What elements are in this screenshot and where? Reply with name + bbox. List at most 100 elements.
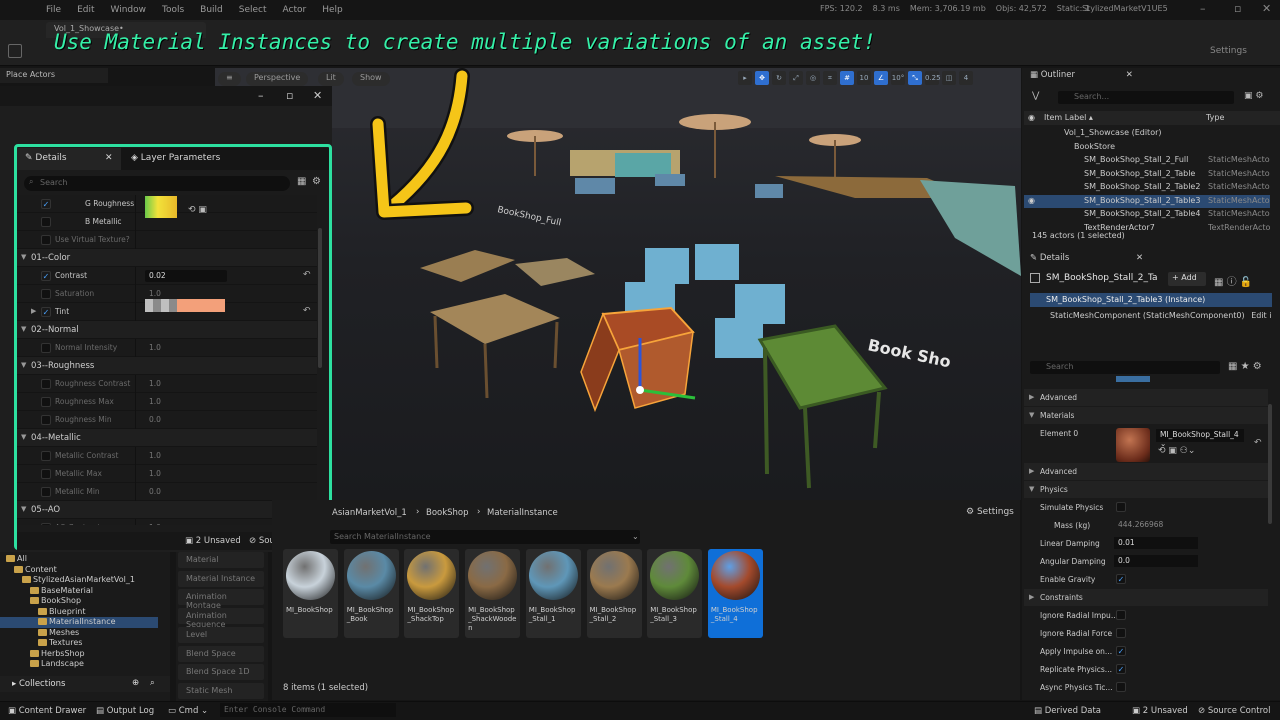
override-checkbox[interactable] [41, 343, 51, 353]
filter-chip[interactable]: Animation Montage [178, 589, 264, 610]
tree-folder[interactable]: StylizedAsianMarketVol_1 [0, 575, 158, 586]
cb-settings-button[interactable]: ⚙ Settings [966, 507, 1014, 517]
table-view-icon[interactable]: ▦ [297, 176, 306, 187]
override-checkbox[interactable]: ✓ [41, 307, 51, 317]
filter-chip[interactable]: Level [178, 626, 264, 643]
console-input[interactable]: Enter Console Command [220, 703, 396, 717]
property-checkbox[interactable]: ✓ [1116, 664, 1126, 674]
add-collection-icon[interactable]: ⊕ [132, 678, 139, 688]
asset-tile[interactable]: MI_BookShop_ShackWooden [465, 549, 521, 638]
parameter-value-field[interactable]: 0.0 [145, 414, 227, 426]
material-browse-icon[interactable]: ⟲ ▣ ⚇⌄ [1158, 446, 1195, 456]
texture-thumbnail[interactable] [145, 196, 177, 218]
grid-size-value[interactable]: 10 [857, 71, 871, 85]
property-row[interactable]: Enable Gravity ✓ [1024, 571, 1268, 588]
property-checkbox[interactable]: ✓ [1116, 646, 1126, 656]
material-dropdown[interactable]: MI_BookShop_Stall_4 ⌄ [1156, 429, 1244, 448]
property-row[interactable]: Replicate Physics... ✓ [1024, 661, 1268, 678]
visibility-icon[interactable]: ◉ [1028, 196, 1035, 205]
property-row[interactable]: Simulate Physics [1024, 499, 1268, 516]
tree-folder[interactable]: All [0, 554, 158, 565]
tree-folder[interactable]: Landscape [0, 659, 158, 670]
override-checkbox[interactable] [41, 523, 51, 525]
asset-tile[interactable]: MI_BookShop_Stall_3 [647, 549, 703, 638]
edit-in-cpp-link[interactable]: Edit i [1251, 311, 1271, 320]
details-search-input[interactable]: ⌕ Search [24, 176, 290, 191]
expand-arrow-icon[interactable]: ▶ [1029, 393, 1034, 401]
parameter-value-field[interactable]: 1.0 [145, 522, 227, 525]
tree-folder[interactable]: Textures [0, 638, 158, 649]
outliner-row[interactable]: SM_BookShop_Stall_2_Table2 StaticMeshActo [1024, 181, 1270, 194]
breadcrumb-item[interactable]: AsianMarketVol_1 [332, 508, 407, 518]
outliner-search-input[interactable]: Search... [1058, 91, 1234, 104]
parameter-row[interactable]: Roughness Max 1.0 [17, 393, 317, 411]
property-row[interactable]: Ignore Radial Impu... [1024, 607, 1268, 624]
camera-speed-icon[interactable]: ◫ [942, 71, 956, 85]
parameter-row[interactable]: Roughness Min 0.0 [17, 411, 317, 429]
tree-folder[interactable]: HerbsShop [0, 649, 158, 660]
outliner-row[interactable]: SM_BookShop_Stall_2_Full StaticMeshActo [1024, 154, 1270, 167]
parameter-row[interactable]: Roughness Contrast 1.0 [17, 375, 317, 393]
parameter-row[interactable]: Metallic Min 0.0 [17, 483, 317, 501]
property-checkbox[interactable]: ✓ [1116, 574, 1126, 584]
override-checkbox[interactable]: ✓ [41, 271, 51, 281]
parameter-value-field[interactable]: 1.0 [145, 396, 227, 408]
grid-snap-icon[interactable]: # [840, 71, 854, 85]
cmd-dropdown[interactable]: ▭ Cmd ⌄ [168, 706, 208, 716]
filter-chip[interactable]: Material [178, 552, 264, 568]
close-icon[interactable]: ✕ [1262, 2, 1271, 15]
rotation-snap-icon[interactable]: ∠ [874, 71, 888, 85]
surface-snap-icon[interactable]: ⌗ [823, 71, 837, 85]
filter-chip[interactable]: Material Instance [178, 570, 264, 587]
level-viewport[interactable]: BookShop_Full Book Sho [215, 68, 1021, 500]
property-checkbox[interactable] [1116, 502, 1126, 512]
tree-folder[interactable]: BaseMaterial [0, 586, 158, 597]
category-row[interactable]: ▼ 02--Normal [17, 321, 317, 339]
property-row[interactable]: Async Physics Tic... [1024, 679, 1268, 696]
property-row[interactable]: Linear Damping 0.01 [1024, 535, 1268, 552]
outliner-row[interactable]: SM_BookShop_Stall_2_Table4 StaticMeshActo [1024, 208, 1270, 221]
parameter-value-field[interactable]: 0.02 [145, 270, 227, 282]
property-row[interactable]: Mass (kg) 444.266968 [1024, 517, 1268, 534]
place-actors-tab[interactable]: Place Actors [0, 68, 108, 83]
scale-snap-value[interactable]: 0.25 [925, 71, 941, 85]
asset-tile[interactable]: MI_BookShop_Book [343, 549, 399, 638]
parameter-value-field[interactable]: 1.0 [145, 342, 227, 354]
parameter-row[interactable]: ✓ Contrast 0.02 ↶ [17, 267, 317, 285]
select-mode-icon[interactable]: ▸ [738, 71, 752, 85]
property-row[interactable]: Apply Impulse on... ✓ [1024, 643, 1268, 660]
menu-actor[interactable]: Actor [283, 5, 307, 15]
collections-header[interactable]: ▸ Collections ⊕ ⌕ [0, 676, 170, 692]
scale-snap-icon[interactable]: ⤡ [908, 71, 922, 85]
tab-details[interactable]: ✎ Details ✕ [17, 148, 121, 170]
outliner-row[interactable]: BookStore [1024, 141, 1270, 154]
filter-chip[interactable]: Animation Sequence [178, 608, 264, 629]
filter-chip[interactable]: Static Mesh [178, 682, 264, 699]
override-checkbox[interactable] [41, 397, 51, 407]
outliner-folder-icon[interactable]: ▣ ⚙ [1244, 91, 1263, 101]
section-header[interactable]: ▼ Physics [1024, 481, 1268, 498]
asset-tile[interactable]: MI_BookShop_Stall_1 [525, 549, 581, 638]
category-row[interactable]: ▼ 03--Roughness [17, 357, 317, 375]
category-row[interactable]: ▼ 04--Metallic [17, 429, 317, 447]
property-checkbox[interactable] [1116, 682, 1126, 692]
section-header[interactable]: ▶ Advanced [1024, 389, 1268, 406]
details-scrollbar[interactable] [318, 228, 322, 368]
right-details-search[interactable]: Search [1030, 361, 1220, 374]
perspective-button[interactable]: Perspective [246, 72, 309, 86]
expand-arrow-icon[interactable]: ▼ [1029, 411, 1034, 419]
menu-build[interactable]: Build [200, 5, 223, 15]
override-checkbox[interactable] [41, 487, 51, 497]
expand-arrow-icon[interactable]: ▼ [21, 253, 26, 261]
chevron-down-icon[interactable]: ⌄ [632, 532, 639, 541]
tab-layer-parameters[interactable]: ◈ Layer Parameters [123, 148, 228, 170]
menu-edit[interactable]: Edit [77, 5, 94, 15]
tree-folder[interactable]: BookShop [0, 596, 158, 607]
derived-data-button[interactable]: ▤ Derived Data [1034, 706, 1101, 716]
filter-chip[interactable]: Blend Space 1D [178, 664, 264, 681]
right-details-options-icon[interactable]: ▦ ★ ⚙ [1228, 361, 1262, 372]
tree-folder[interactable]: Blueprint [0, 607, 158, 618]
outliner-row[interactable]: SM_BookShop_Stall_2_Table StaticMeshActo [1024, 168, 1270, 181]
parameter-row[interactable]: Metallic Max 1.0 [17, 465, 317, 483]
tree-folder[interactable]: Content [0, 565, 158, 576]
